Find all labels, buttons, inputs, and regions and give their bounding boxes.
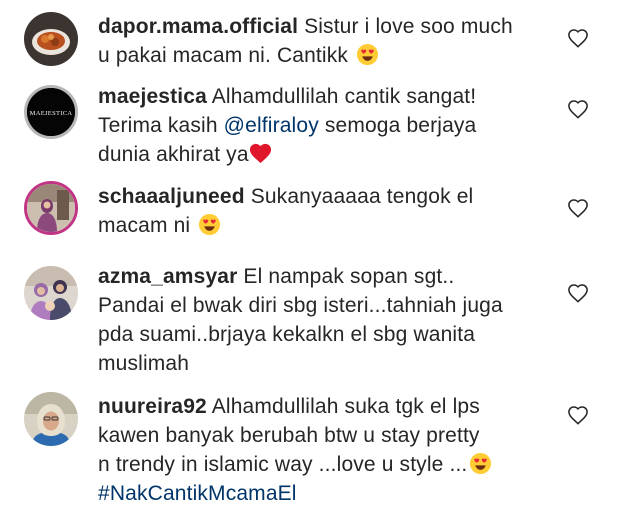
comment-text: semoga berjaya — [324, 114, 477, 137]
heart-eyes-emoji-icon — [199, 213, 221, 236]
red-heart-emoji-icon — [249, 143, 271, 164]
comment-line: n trendy in islamic way ...love u style … — [98, 450, 548, 479]
comment-line: schaaaljuneed Sukanyaaaaa tengok el — [98, 182, 548, 211]
comment-line: muslimah — [98, 349, 548, 378]
comment-line: Terima kasih @elfiraloy semoga berjaya — [98, 111, 548, 140]
avatar-logo-text: MAEJESTICA — [30, 110, 73, 117]
comment-line: dapor.mama.official Sistur i love soo mu… — [98, 12, 548, 41]
avatar[interactable] — [24, 181, 78, 235]
comment-text: muslimah — [98, 352, 190, 375]
comment-line: #NakCantikMcamaEl — [98, 479, 548, 508]
mention-link[interactable]: @elfiraloy — [224, 114, 319, 137]
comment-text: Sistur i love soo much — [304, 15, 513, 38]
comment-text: Alhamdullilah suka tgk el lps — [211, 395, 480, 418]
like-heart-icon[interactable] — [567, 28, 589, 48]
comment-line: kawen banyak berubah btw u stay pretty — [98, 421, 548, 450]
like-heart-icon[interactable] — [567, 99, 589, 119]
heart-eyes-emoji-icon — [356, 43, 379, 66]
avatar[interactable]: MAEJESTICA — [24, 85, 78, 139]
comment-username[interactable]: nuureira92 — [98, 395, 207, 418]
avatar[interactable] — [24, 266, 78, 320]
avatar[interactable] — [24, 392, 78, 446]
like-heart-icon[interactable] — [567, 405, 589, 425]
comment-line: azma_amsyar El nampak sopan sgt.. — [98, 262, 548, 291]
comment-text: Pandai el bwak diri sbg isteri...tahniah… — [98, 294, 503, 317]
comment-username[interactable]: schaaaljuneed — [98, 185, 245, 208]
comment-line: macam ni — [98, 211, 548, 240]
like-heart-icon[interactable] — [567, 283, 589, 303]
comment-text: u pakai macam ni. Cantikk — [98, 44, 349, 67]
comment-text: Sukanyaaaaa tengok el — [250, 185, 474, 208]
comment-text: n trendy in islamic way ...love u style … — [98, 453, 468, 476]
comment-text: kawen banyak berubah btw u stay pretty — [98, 424, 480, 447]
comment-line: pda suami..brjaya kekalkn el sbg wanita — [98, 320, 548, 349]
comment-text: macam ni — [98, 214, 191, 237]
comment-line: nuureira92 Alhamdullilah suka tgk el lps — [98, 392, 548, 421]
comment-username[interactable]: azma_amsyar — [98, 265, 237, 288]
comment-text: Terima kasih — [98, 114, 218, 137]
comment-line: Pandai el bwak diri sbg isteri...tahniah… — [98, 291, 548, 320]
hashtag-link[interactable]: #NakCantikMcamaEl — [98, 482, 297, 505]
comment-username[interactable]: maejestica — [98, 85, 207, 108]
comment-line: dunia akhirat ya — [98, 140, 548, 169]
avatar[interactable] — [24, 12, 78, 66]
comment-text: Alhamdullilah cantik sangat! — [211, 85, 477, 108]
comment-line: maejestica Alhamdullilah cantik sangat! — [98, 82, 548, 111]
heart-eyes-emoji-icon — [470, 452, 492, 475]
comment-username[interactable]: dapor.mama.official — [98, 15, 298, 38]
comment-text: pda suami..brjaya kekalkn el sbg wanita — [98, 323, 476, 346]
like-heart-icon[interactable] — [567, 198, 589, 218]
comment-text: El nampak sopan sgt.. — [243, 265, 455, 288]
comment-text: dunia akhirat ya — [98, 143, 249, 166]
comment-line: u pakai macam ni. Cantikk — [98, 41, 548, 70]
